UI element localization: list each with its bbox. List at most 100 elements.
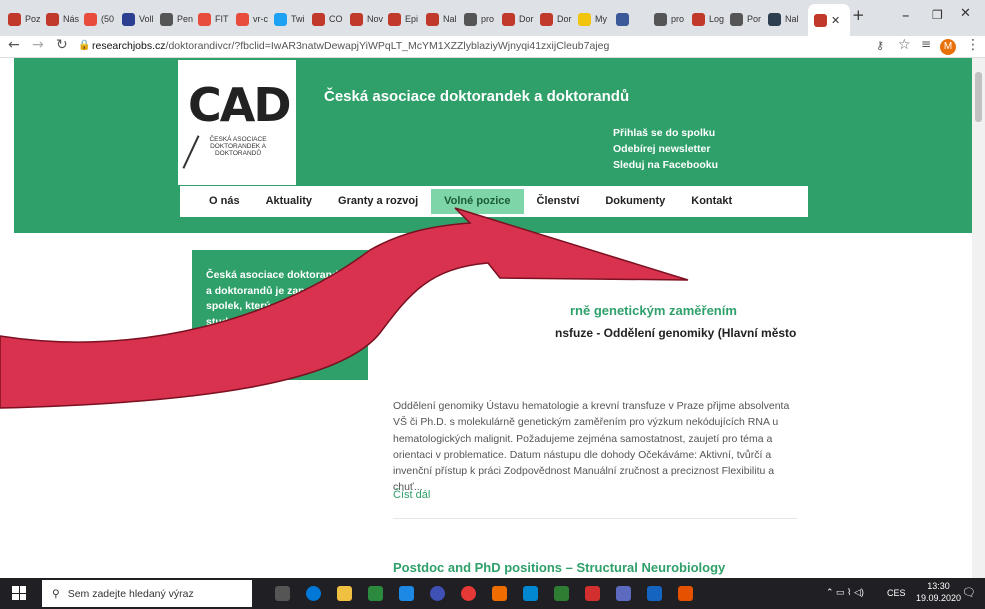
tab-label: Poz xyxy=(25,14,41,24)
playlist-icon[interactable]: ≡ xyxy=(921,37,931,51)
reload-icon[interactable]: ↻ xyxy=(56,37,68,53)
tab-label: Epi xyxy=(405,14,419,24)
browser-tab[interactable] xyxy=(616,6,651,32)
browser-tab-bar: Poz Nás (50 Voll Pen FIT vr-c Twi CO Nov Epi Nal pro… xyxy=(0,0,985,36)
tab-label: Pen xyxy=(177,14,194,24)
clock-time: 13:30 xyxy=(927,581,950,591)
browser-tab[interactable]: Log xyxy=(692,6,727,32)
key-icon[interactable]: ⚷ xyxy=(876,39,884,52)
tab-label: FIT xyxy=(215,14,229,24)
tab-favicon-icon xyxy=(350,12,363,26)
chrome-icon[interactable] xyxy=(461,586,476,601)
tab-favicon-icon xyxy=(160,12,173,26)
app-l-icon[interactable] xyxy=(399,586,414,601)
tab-favicon-icon xyxy=(464,12,477,26)
tab-label: Voll xyxy=(139,14,154,24)
scrollbar[interactable] xyxy=(972,58,985,578)
tab-label: CO xyxy=(329,14,343,24)
app-blue-icon[interactable] xyxy=(616,586,631,601)
annotation-arrow xyxy=(0,207,689,409)
back-icon[interactable]: ← xyxy=(8,37,20,53)
word-icon[interactable] xyxy=(647,586,662,601)
tab-label: pro xyxy=(481,14,495,24)
browser-tab[interactable]: Nov xyxy=(350,6,385,32)
browser-tab[interactable]: pro xyxy=(464,6,499,32)
browser-tab[interactable]: Poz xyxy=(8,6,43,32)
forward-icon[interactable]: → xyxy=(32,37,44,53)
tab-label: Dor xyxy=(519,14,534,24)
browser-tab[interactable]: Voll xyxy=(122,6,157,32)
search-icon: ⚲ xyxy=(52,587,60,600)
browser-tab[interactable]: Nal xyxy=(426,6,461,32)
tab-favicon-icon xyxy=(502,12,515,26)
browser-tab[interactable]: Nás xyxy=(46,6,81,32)
tab-favicon-icon xyxy=(730,12,743,26)
browser-tab[interactable]: Por xyxy=(730,6,765,32)
browser-tab[interactable]: Epi xyxy=(388,6,423,32)
tab-favicon-icon xyxy=(84,12,97,26)
tab-label: Log xyxy=(709,14,725,24)
browser-tab[interactable]: (50 xyxy=(84,6,119,32)
powerpoint-icon[interactable] xyxy=(678,586,693,601)
url-domain: researchjobs.cz xyxy=(92,40,166,52)
acrobat-icon[interactable] xyxy=(585,586,600,601)
taskbar-search-placeholder: Sem zadejte hledaný výraz xyxy=(67,587,194,600)
tab-favicon-icon xyxy=(388,12,401,26)
menu-kebab-icon[interactable]: ⋮ xyxy=(966,37,980,53)
mail-icon[interactable] xyxy=(523,586,538,601)
edge-icon[interactable] xyxy=(306,586,321,601)
minimize-icon[interactable]: – xyxy=(902,6,910,24)
browser-tab[interactable]: Dor xyxy=(540,6,575,32)
file-explorer-icon[interactable] xyxy=(337,586,352,601)
tab-label: Nov xyxy=(367,14,384,24)
maximize-icon[interactable]: ❐ xyxy=(932,8,943,22)
browser-tab[interactable]: CO xyxy=(312,6,347,32)
tab-label: pro xyxy=(671,14,685,24)
tab-favicon-icon xyxy=(312,12,325,26)
tab-favicon-icon xyxy=(540,12,553,26)
tab-favicon-icon xyxy=(274,12,287,26)
address-bar: ← → ↻ 🔒 researchjobs.cz/doktorandivcr/?f… xyxy=(0,36,985,58)
tray-icons[interactable]: ⌃ ▭ ⌇ ◁) xyxy=(826,587,864,598)
tab-favicon-icon xyxy=(768,12,781,26)
close-window-icon[interactable]: ✕ xyxy=(960,6,971,21)
tab-favicon-icon xyxy=(122,12,135,26)
tray-clock[interactable]: 13:30 19.09.2020 xyxy=(916,580,961,604)
active-tab[interactable]: ✕ xyxy=(808,4,850,36)
star-icon[interactable]: ☆ xyxy=(898,37,911,53)
tab-favicon-icon xyxy=(8,12,21,26)
tab-label: My xyxy=(595,14,607,24)
browser-tab[interactable]: Twi xyxy=(274,6,309,32)
windows-start-icon[interactable] xyxy=(12,586,26,600)
url-field[interactable]: researchjobs.cz/doktorandivcr/?fbclid=Iw… xyxy=(92,40,609,52)
tab-favicon-icon xyxy=(46,12,59,26)
clock-date: 19.09.2020 xyxy=(916,593,962,603)
new-tab-icon[interactable]: + xyxy=(852,6,865,24)
tab-label: Nás xyxy=(63,14,80,24)
browser-tab[interactable]: Pen xyxy=(160,6,195,32)
taskbar: ⚲ Sem zadejte hledaný výraz ⌃ ▭ ⌇ ◁) CES… xyxy=(0,578,985,609)
notification-icon[interactable]: 🗨 xyxy=(962,586,976,599)
app-orange-icon[interactable] xyxy=(492,586,507,601)
close-tab-icon[interactable]: ✕ xyxy=(831,14,840,27)
profile-avatar[interactable]: M xyxy=(940,39,956,55)
app-r-icon[interactable] xyxy=(430,586,445,601)
browser-tab[interactable]: pro xyxy=(654,6,689,32)
browser-tab[interactable]: Nal xyxy=(768,6,803,32)
task-view-icon[interactable] xyxy=(275,586,290,601)
browser-tab[interactable]: vr-c xyxy=(236,6,271,32)
lock-icon: 🔒 xyxy=(78,40,91,51)
tab-label: (50 xyxy=(101,14,115,24)
browser-tab[interactable]: My xyxy=(578,6,613,32)
excel-icon[interactable] xyxy=(554,586,569,601)
browser-tab[interactable]: Dor xyxy=(502,6,537,32)
store-icon[interactable] xyxy=(368,586,383,601)
tab-label: Dor xyxy=(557,14,572,24)
tray-language[interactable]: CES xyxy=(887,588,906,598)
tab-favicon-icon xyxy=(236,12,249,26)
tab-favicon-icon xyxy=(692,12,705,26)
browser-tab[interactable]: FIT xyxy=(198,6,233,32)
tab-label: Twi xyxy=(291,14,305,24)
scrollbar-thumb[interactable] xyxy=(975,72,982,122)
taskbar-search[interactable]: ⚲ Sem zadejte hledaný výraz xyxy=(42,580,252,607)
